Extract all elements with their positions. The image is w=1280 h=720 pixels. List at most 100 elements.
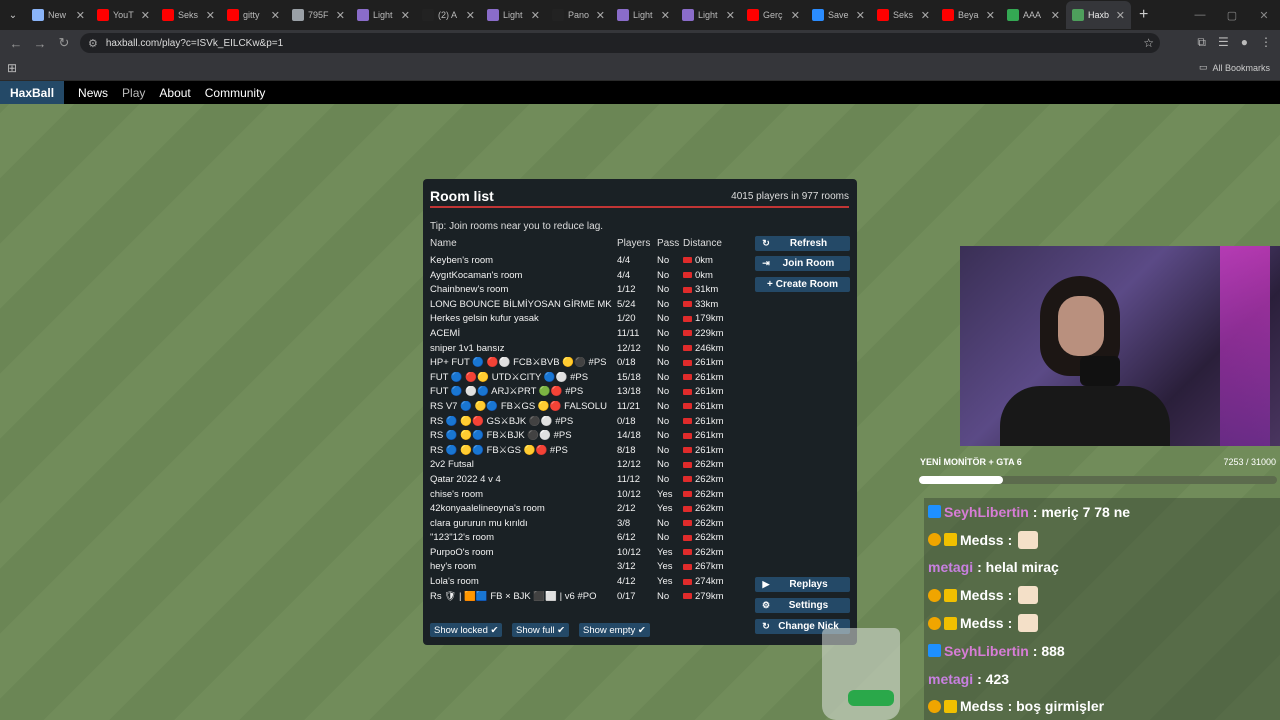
room-row[interactable]: RS 🔵 🟡🔵 FB⚔GS 🟡🔴 #PS 8/18 No 261km (430, 445, 753, 460)
show-empty-toggle[interactable]: Show empty ✔ (579, 623, 650, 637)
header-players[interactable]: Players (617, 238, 650, 249)
tab-close-icon[interactable]: ✕ (531, 9, 540, 22)
show-locked-toggle[interactable]: Show locked ✔ (430, 623, 503, 637)
new-tab-button[interactable]: + (1139, 6, 1148, 24)
join-room-button[interactable]: ⇥ Join Room (755, 256, 850, 271)
room-row[interactable]: Herkes gelsin kufur yasak 1/20 No 179km (430, 313, 753, 328)
chat-username[interactable]: Medss (960, 698, 1004, 714)
browser-tab[interactable]: AAA ✕ (1001, 1, 1066, 29)
room-row[interactable]: Keyben's room 4/4 No 0km (430, 255, 753, 270)
site-info-icon[interactable]: ⚙ (88, 37, 98, 50)
room-row[interactable]: Rs 🛡 | 🟧🟦 FB × BJK ⬛⬜ | v6 #PO 0/17 No 279k… (430, 591, 753, 606)
all-bookmarks-button[interactable]: ▭ All Bookmarks (1199, 62, 1270, 73)
browser-tab[interactable]: gitty ✕ (221, 1, 286, 29)
browser-tab[interactable]: Light ✕ (351, 1, 416, 29)
tab-close-icon[interactable]: ✕ (141, 9, 150, 22)
room-row[interactable]: Chainbnew's room 1/12 No 31km (430, 284, 753, 299)
room-row[interactable]: Qatar 2022 4 v 4 11/12 No 262km (430, 474, 753, 489)
header-pass[interactable]: Pass (657, 238, 679, 249)
reload-icon[interactable]: ↻ (52, 35, 76, 51)
nav-news[interactable]: News (78, 86, 108, 100)
tab-close-icon[interactable]: ✕ (596, 9, 605, 22)
browser-tab[interactable]: Pano ✕ (546, 1, 611, 29)
chat-username[interactable]: Medss (960, 615, 1004, 631)
browser-tab[interactable]: Beya ✕ (936, 1, 1001, 29)
room-row[interactable]: ACEMİ 11/11 No 229km (430, 328, 753, 343)
minimize-icon[interactable]: — (1184, 0, 1216, 30)
tab-close-icon[interactable]: ✕ (791, 9, 800, 22)
room-row[interactable]: HP+ FUT 🔵 🔴⚪ FCB⚔BVB 🟡⚫ #PS 0/18 No 261km (430, 357, 753, 372)
address-bar[interactable]: ⚙ haxball.com/play?c=ISVk_EILCKw&p=1 ☆ (80, 33, 1160, 53)
menu-icon[interactable]: ⋮ (1260, 35, 1272, 50)
room-row[interactable]: "123"12's room 6/12 No 262km (430, 532, 753, 547)
nav-play[interactable]: Play (122, 86, 145, 100)
back-icon[interactable]: ← (4, 36, 28, 51)
browser-tab[interactable]: (2) A ✕ (416, 1, 481, 29)
tab-close-icon[interactable]: ✕ (1051, 9, 1060, 22)
tab-close-icon[interactable]: ✕ (1116, 9, 1125, 22)
replays-button[interactable]: ▶ Replays (755, 577, 850, 592)
maximize-icon[interactable]: ▢ (1216, 0, 1248, 30)
reading-list-icon[interactable]: ☰ (1218, 35, 1229, 50)
room-row[interactable]: clara gururun mu kırıldı 3/8 No 262km (430, 518, 753, 533)
extensions-icon[interactable]: ⧉ (1197, 35, 1206, 50)
browser-tab[interactable]: Seks ✕ (156, 1, 221, 29)
room-row[interactable]: RS V7 🔵 🟡🔵 FB⚔GS 🟡🔴 FALSOLU 11/21 No 261km (430, 401, 753, 416)
chat-username[interactable]: SeyhLibertin (944, 643, 1029, 659)
tab-close-icon[interactable]: ✕ (336, 9, 345, 22)
header-name[interactable]: Name (430, 238, 457, 249)
chat-username[interactable]: metagi (928, 559, 973, 575)
browser-tab[interactable]: Light ✕ (676, 1, 741, 29)
settings-button[interactable]: ⚙ Settings (755, 598, 850, 613)
tab-close-icon[interactable]: ✕ (271, 9, 280, 22)
room-row[interactable]: chise's room 10/12 Yes 262km (430, 489, 753, 504)
room-row[interactable]: 42konyaalelineoyna's room 2/12 Yes 262km (430, 503, 753, 518)
browser-tab[interactable]: 795F ✕ (286, 1, 351, 29)
show-full-toggle[interactable]: Show full ✔ (512, 623, 570, 637)
nav-about[interactable]: About (159, 86, 190, 100)
bookmark-star-icon[interactable]: ☆ (1143, 36, 1154, 50)
tab-close-icon[interactable]: ✕ (401, 9, 410, 22)
header-distance[interactable]: Distance (683, 238, 722, 249)
tab-search-icon[interactable]: ⌄ (0, 0, 26, 30)
nav-community[interactable]: Community (205, 86, 266, 100)
room-row[interactable]: hey's room 3/12 Yes 267km (430, 561, 753, 576)
browser-tab[interactable]: Light ✕ (611, 1, 676, 29)
room-row[interactable]: PurpoO's room 10/12 Yes 262km (430, 547, 753, 562)
browser-tab[interactable]: Light ✕ (481, 1, 546, 29)
chat-username[interactable]: Medss (960, 532, 1004, 548)
forward-icon[interactable]: → (28, 36, 52, 51)
room-table[interactable]: Keyben's room 4/4 No 0km AygıtKocaman's room… (430, 255, 753, 617)
room-row[interactable]: FUT 🔵 🔴🟡 UTD⚔CITY 🔵⚪ #PS 15/18 No 261km (430, 372, 753, 387)
room-row[interactable]: LONG BOUNCE BİLMİYOSAN GİRME MK 5/24 No 33k… (430, 299, 753, 314)
tab-close-icon[interactable]: ✕ (466, 9, 475, 22)
chat-username[interactable]: SeyhLibertin (944, 504, 1029, 520)
tab-close-icon[interactable]: ✕ (726, 9, 735, 22)
room-row[interactable]: AygıtKocaman's room 4/4 No 0km (430, 270, 753, 285)
browser-tab[interactable]: Seks ✕ (871, 1, 936, 29)
chat-username[interactable]: Medss (960, 587, 1004, 603)
room-row[interactable]: Lola's room 4/12 Yes 274km (430, 576, 753, 591)
tab-close-icon[interactable]: ✕ (986, 9, 995, 22)
tab-close-icon[interactable]: ✕ (921, 9, 930, 22)
tab-close-icon[interactable]: ✕ (856, 9, 865, 22)
create-room-button[interactable]: + Create Room (755, 277, 850, 292)
room-row[interactable]: sniper 1v1 bansız 12/12 No 246km (430, 343, 753, 358)
tab-close-icon[interactable]: ✕ (76, 9, 85, 22)
browser-tab[interactable]: Gerç ✕ (741, 1, 806, 29)
refresh-button[interactable]: ↻ Refresh (755, 236, 850, 251)
room-row[interactable]: RS 🔵 🟡🔴 GS⚔BJK ⚫⚪ #PS 0/18 No 261km (430, 416, 753, 431)
tab-close-icon[interactable]: ✕ (206, 9, 215, 22)
close-window-icon[interactable]: ✕ (1248, 0, 1280, 30)
browser-tab[interactable]: Save ✕ (806, 1, 871, 29)
browser-tab[interactable]: YouT ✕ (91, 1, 156, 29)
browser-tab[interactable]: Haxb ✕ (1066, 1, 1131, 29)
tab-close-icon[interactable]: ✕ (661, 9, 670, 22)
profile-icon[interactable]: ● (1241, 35, 1248, 50)
room-row[interactable]: FUT 🔵 ⚪🔵 ARJ⚔PRT 🟢🔴 #PS 13/18 No 261km (430, 386, 753, 401)
haxball-logo[interactable]: HaxBall (0, 81, 65, 104)
chat-username[interactable]: metagi (928, 671, 973, 687)
apps-icon[interactable]: ⊞ (7, 61, 17, 75)
room-row[interactable]: RS 🔵 🟡🔵 FB⚔BJK ⚫⚪ #PS 14/18 No 261km (430, 430, 753, 445)
room-row[interactable]: 2v2 Futsal 12/12 No 262km (430, 459, 753, 474)
